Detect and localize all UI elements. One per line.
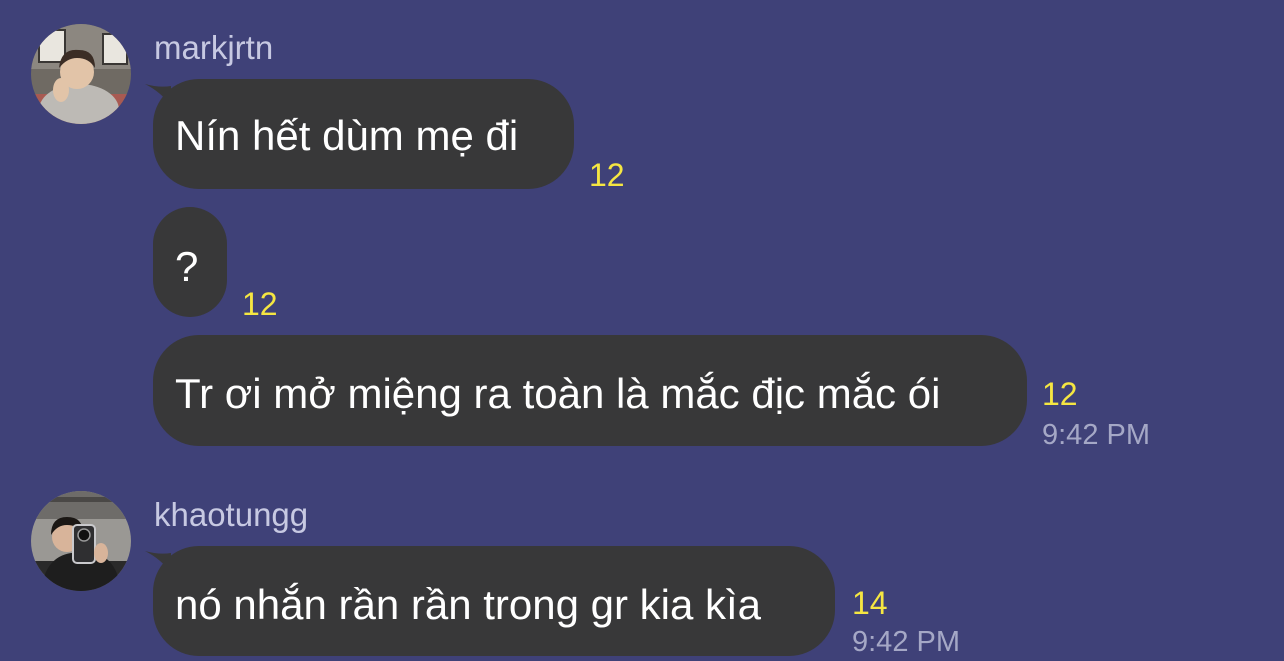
user-avatar-photo-icon bbox=[31, 491, 131, 591]
message-timestamp: 9:42 PM bbox=[852, 626, 960, 658]
bubble-tail-icon bbox=[145, 551, 171, 573]
bubble-tail-icon bbox=[145, 84, 171, 106]
username-markjrtn[interactable]: markjrtn bbox=[154, 31, 273, 64]
user-avatar-photo-icon bbox=[31, 24, 131, 124]
message-text: Tr ơi mở miệng ra toàn là mắc địc mắc ói bbox=[175, 370, 941, 417]
message-bubble[interactable]: Nín hết dùm mẹ đi bbox=[153, 79, 574, 189]
message-text: Nín hết dùm mẹ đi bbox=[175, 112, 519, 159]
read-count: 12 bbox=[1042, 376, 1078, 412]
avatar-khaotungg[interactable] bbox=[31, 491, 131, 591]
read-count: 12 bbox=[589, 157, 625, 193]
read-count: 14 bbox=[852, 585, 888, 621]
message-text: ? bbox=[175, 243, 199, 290]
message-bubble[interactable]: nó nhắn rần rần trong gr kia kìa bbox=[153, 546, 835, 656]
message-bubble[interactable]: Tr ơi mở miệng ra toàn là mắc địc mắc ói bbox=[153, 335, 1027, 446]
message-text: nó nhắn rần rần trong gr kia kìa bbox=[175, 581, 762, 628]
avatar-markjrtn[interactable] bbox=[31, 24, 131, 124]
message-bubble[interactable]: ? bbox=[153, 207, 227, 317]
username-khaotungg[interactable]: khaotungg bbox=[154, 498, 308, 531]
read-count: 12 bbox=[242, 286, 278, 322]
message-timestamp: 9:42 PM bbox=[1042, 419, 1150, 451]
